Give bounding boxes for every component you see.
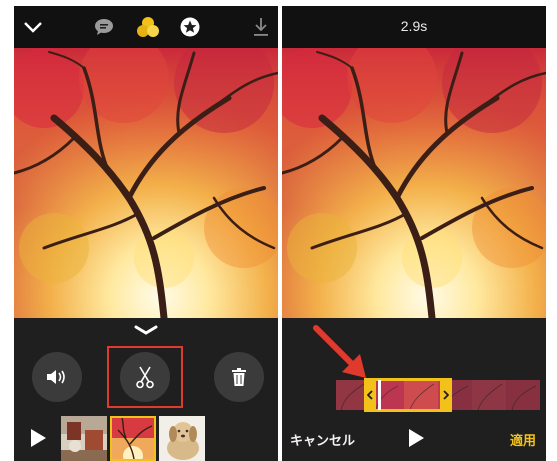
speech-bubble-icon[interactable]: [92, 16, 116, 38]
video-preview-image: [14, 48, 278, 318]
playhead[interactable]: [378, 380, 381, 410]
trim-play-button[interactable]: [404, 426, 428, 450]
clip-duration: 2.9s: [400, 18, 428, 34]
trim-handle-left[interactable]: [364, 378, 376, 412]
collapse-chevron-icon[interactable]: [132, 322, 160, 338]
filters-icon[interactable]: [134, 15, 162, 39]
download-icon[interactable]: [250, 15, 272, 39]
scissors-icon: [136, 366, 154, 389]
trash-icon: [232, 368, 246, 386]
volume-button[interactable]: [32, 352, 82, 402]
chevron-left-icon: [367, 390, 373, 400]
thumb-room[interactable]: [61, 416, 107, 461]
thumb-tree[interactable]: [110, 416, 156, 461]
trim-panel: 2.9s キャンセル 適用: [282, 6, 546, 461]
play-icon: [409, 429, 424, 447]
trim-preview-image: [282, 48, 546, 318]
red-arrow-annotation: [312, 324, 372, 382]
cut-button[interactable]: [120, 352, 170, 402]
cancel-button[interactable]: キャンセル: [290, 430, 355, 449]
chevron-right-icon: [443, 390, 449, 400]
editor-panel: [14, 6, 278, 461]
play-button[interactable]: [26, 426, 50, 450]
thumb-dog[interactable]: [159, 416, 205, 461]
top-toolbar: [14, 6, 278, 48]
apply-button[interactable]: 適用: [510, 430, 536, 449]
speaker-icon: [47, 370, 65, 384]
play-icon: [31, 429, 46, 447]
trim-top-bar: 2.9s: [282, 6, 546, 48]
chevron-down-icon[interactable]: [20, 16, 46, 38]
delete-button[interactable]: [214, 352, 264, 402]
trim-handle-right[interactable]: [440, 378, 452, 412]
star-icon[interactable]: [178, 15, 202, 39]
